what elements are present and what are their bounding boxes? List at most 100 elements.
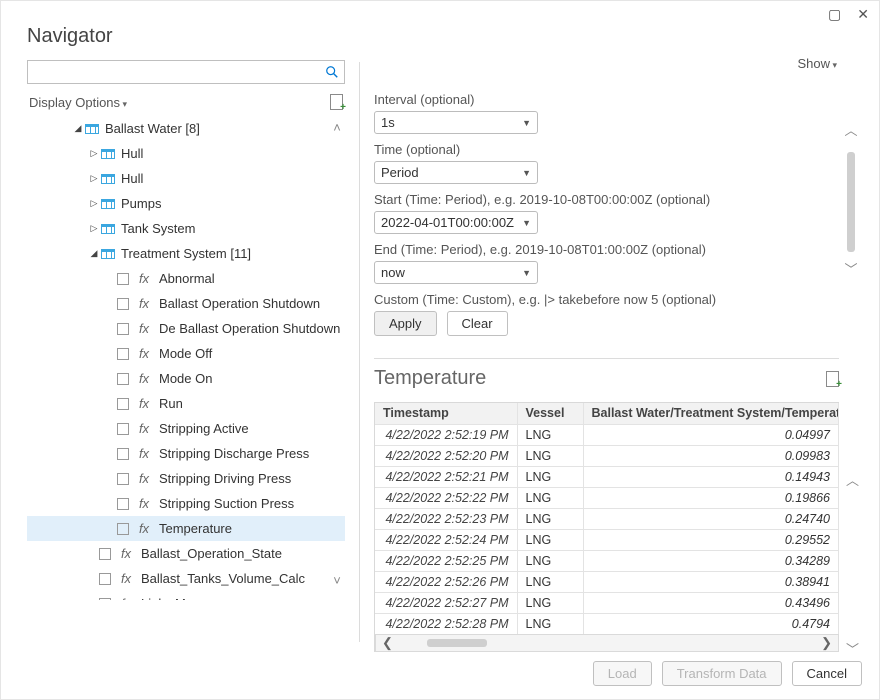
checkbox[interactable]	[117, 323, 129, 335]
checkbox[interactable]	[117, 373, 129, 385]
form-scroll-thumb[interactable]	[847, 152, 855, 252]
tree-folder[interactable]: Hull	[121, 171, 143, 186]
preview-export-icon[interactable]	[826, 371, 839, 387]
checkbox[interactable]	[99, 598, 111, 601]
checkbox[interactable]	[117, 398, 129, 410]
tree-item[interactable]: Temperature	[159, 521, 232, 536]
col-timestamp[interactable]: Timestamp	[375, 403, 517, 424]
tree-item[interactable]: Mode Off	[159, 346, 212, 361]
table-row[interactable]: 4/22/2022 2:52:27 PMLNG0.43496	[375, 592, 839, 613]
tree-folder[interactable]: Tank System	[121, 221, 195, 236]
expander-icon[interactable]: ◢	[71, 123, 85, 134]
expander-icon[interactable]: ▷	[87, 148, 101, 159]
table-row[interactable]: 4/22/2022 2:52:19 PMLNG0.04997	[375, 424, 839, 445]
new-query-icon[interactable]	[330, 94, 343, 110]
cell-value: 0.34289	[583, 550, 839, 571]
cell-timestamp: 4/22/2022 2:52:26 PM	[375, 571, 517, 592]
cell-value: 0.38941	[583, 571, 839, 592]
checkbox[interactable]	[117, 348, 129, 360]
table-row[interactable]: 4/22/2022 2:52:24 PMLNG0.29552	[375, 529, 839, 550]
fx-icon: fx	[137, 471, 151, 486]
expander-icon[interactable]: ▷	[87, 173, 101, 184]
chevron-down-icon: ▼	[522, 118, 531, 128]
interval-combo[interactable]: 1s ▼	[374, 111, 538, 134]
close-icon[interactable]: ✕	[857, 7, 869, 21]
tree-root[interactable]: Ballast Water [8]	[105, 121, 200, 136]
chevron-down-icon: ▼	[522, 268, 531, 278]
table-row[interactable]: 4/22/2022 2:52:20 PMLNG0.09983	[375, 445, 839, 466]
time-combo[interactable]: Period ▼	[374, 161, 538, 184]
checkbox[interactable]	[117, 423, 129, 435]
hscroll-left-icon[interactable]: ❮	[382, 635, 393, 651]
tree-item[interactable]: Abnormal	[159, 271, 215, 286]
tree-item[interactable]: Stripping Driving Press	[159, 471, 291, 486]
cell-timestamp: 4/22/2022 2:52:22 PM	[375, 487, 517, 508]
hscroll-thumb[interactable]	[427, 639, 487, 647]
col-vessel[interactable]: Vessel	[517, 403, 583, 424]
table-hscroll[interactable]: ❮ ❯	[375, 634, 839, 652]
checkbox[interactable]	[117, 273, 129, 285]
tree-scroll-up-icon[interactable]: ˄	[333, 120, 341, 135]
display-options-dropdown[interactable]: Display Options	[29, 95, 127, 110]
cell-timestamp: 4/22/2022 2:52:27 PM	[375, 592, 517, 613]
expander-icon[interactable]: ▷	[87, 223, 101, 234]
cell-value: 0.43496	[583, 592, 839, 613]
tree-folder[interactable]: Pumps	[121, 196, 161, 211]
table-row[interactable]: 4/22/2022 2:52:28 PMLNG0.4794	[375, 613, 839, 634]
col-value[interactable]: Ballast Water/Treatment System/Temperatu…	[583, 403, 839, 424]
form-scroll-up-icon[interactable]: ︿	[844, 120, 857, 139]
pane-divider[interactable]	[359, 62, 360, 642]
table-row[interactable]: 4/22/2022 2:52:23 PMLNG0.24740	[375, 508, 839, 529]
apply-button[interactable]: Apply	[374, 311, 437, 336]
tree-item[interactable]: Stripping Active	[159, 421, 249, 436]
tree-item[interactable]: Run	[159, 396, 183, 411]
tree-item[interactable]: Stripping Discharge Press	[159, 446, 309, 461]
tree-item[interactable]: Links Map	[141, 596, 200, 600]
clear-button[interactable]: Clear	[447, 311, 508, 336]
form-scroll-down-icon[interactable]: ﹀	[844, 259, 857, 278]
checkbox[interactable]	[117, 523, 129, 535]
tree-item[interactable]: Stripping Suction Press	[159, 496, 294, 511]
cell-value: 0.4794	[583, 613, 839, 634]
show-dropdown[interactable]: Show	[797, 56, 837, 71]
checkbox[interactable]	[117, 298, 129, 310]
tree-item[interactable]: Ballast_Tanks_Volume_Calc	[141, 571, 305, 586]
tree-folder[interactable]: Hull	[121, 146, 143, 161]
table-scroll-up-icon[interactable]: ︿	[846, 470, 859, 489]
fx-icon: fx	[137, 346, 151, 361]
tree-item[interactable]: De Ballast Operation Shutdown	[159, 321, 340, 336]
checkbox[interactable]	[99, 573, 111, 585]
table-scroll-down-icon[interactable]: ﹀	[846, 639, 859, 658]
checkbox[interactable]	[117, 498, 129, 510]
search-input-wrap[interactable]	[27, 60, 345, 84]
start-combo[interactable]: 2022-04-01T00:00:00Z ▼	[374, 211, 538, 234]
table-icon	[85, 124, 99, 134]
cell-vessel: LNG	[517, 487, 583, 508]
cell-timestamp: 4/22/2022 2:52:25 PM	[375, 550, 517, 571]
search-input[interactable]	[28, 61, 320, 83]
table-row[interactable]: 4/22/2022 2:52:21 PMLNG0.14943	[375, 466, 839, 487]
hscroll-right-icon[interactable]: ❯	[821, 635, 832, 651]
tree-folder-treatment[interactable]: Treatment System [11]	[121, 246, 251, 261]
start-label: Start (Time: Period), e.g. 2019-10-08T00…	[374, 192, 839, 207]
custom-label: Custom (Time: Custom), e.g. |> takebefor…	[374, 292, 839, 307]
expander-icon[interactable]: ◢	[87, 248, 101, 259]
table-row[interactable]: 4/22/2022 2:52:25 PMLNG0.34289	[375, 550, 839, 571]
maximize-icon[interactable]: ▢	[828, 7, 841, 21]
preview-table: Timestamp Vessel Ballast Water/Treatment…	[375, 403, 839, 635]
tree-item[interactable]: Mode On	[159, 371, 212, 386]
table-row[interactable]: 4/22/2022 2:52:22 PMLNG0.19866	[375, 487, 839, 508]
checkbox[interactable]	[99, 548, 111, 560]
expander-icon[interactable]: ▷	[87, 198, 101, 209]
table-icon	[101, 224, 115, 234]
cancel-button[interactable]: Cancel	[792, 661, 862, 686]
checkbox[interactable]	[117, 473, 129, 485]
table-row[interactable]: 4/22/2022 2:52:26 PMLNG0.38941	[375, 571, 839, 592]
tree-item[interactable]: Ballast Operation Shutdown	[159, 296, 320, 311]
tree-item[interactable]: Ballast_Operation_State	[141, 546, 282, 561]
tree-scroll-down-icon[interactable]: ˅	[333, 573, 341, 588]
end-combo[interactable]: now ▼	[374, 261, 538, 284]
checkbox[interactable]	[117, 448, 129, 460]
chevron-down-icon: ▼	[522, 168, 531, 178]
search-icon[interactable]	[320, 61, 344, 83]
